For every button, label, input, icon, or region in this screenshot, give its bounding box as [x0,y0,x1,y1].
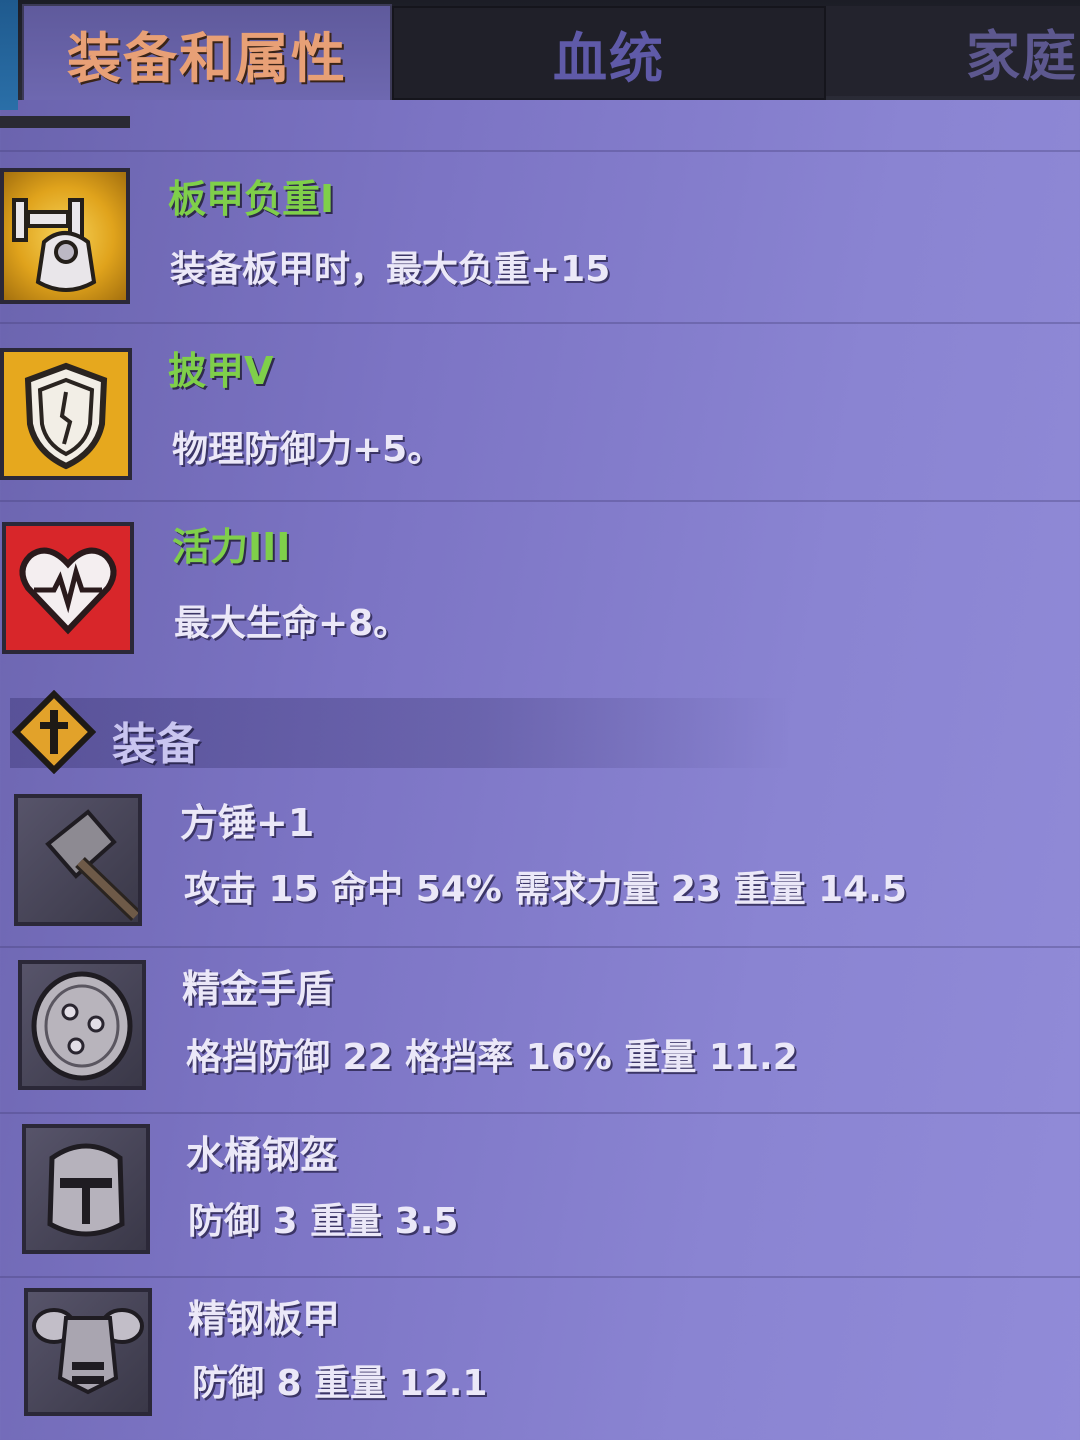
perk-description: 最大生命+8。 [174,603,410,644]
item-stats: 防御 3 重量 3.5 [188,1201,459,1242]
round-shield-icon[interactable] [18,960,146,1090]
divider [0,1276,1080,1278]
divider [0,116,130,128]
cross-diamond-icon [11,689,97,775]
window-edge [0,0,18,110]
perk-name: 活力III [172,525,291,569]
divider [0,322,1080,324]
divider [0,946,1080,948]
plate-armor-weight-icon[interactable] [0,168,130,304]
perk-name: 披甲V [168,349,274,393]
perk-description: 物理防御力+5。 [172,429,444,470]
item-name: 方锤+1 [180,801,315,845]
tab-bar: 装备和属性 血统 家庭 [0,0,1080,110]
divider [0,500,1080,502]
tab-family[interactable]: 家庭 [826,6,1080,96]
item-stats: 防御 8 重量 12.1 [192,1363,488,1404]
tab-bloodline[interactable]: 血统 [392,6,826,100]
item-name: 精金手盾 [182,967,335,1011]
shield-icon[interactable] [0,348,132,480]
section-title: 装备 [112,719,200,770]
bucket-helmet-icon[interactable] [22,1124,150,1254]
item-stats: 攻击 15 命中 54% 需求力量 23 重量 14.5 [184,869,907,910]
item-name: 精钢板甲 [188,1297,341,1341]
hammer-icon[interactable] [14,794,142,926]
heart-pulse-icon[interactable] [2,522,134,654]
divider [0,150,1080,152]
divider [0,1112,1080,1114]
item-name: 水桶钢盔 [186,1133,339,1177]
perk-description: 装备板甲时，最大负重+15 [170,249,611,290]
tab-equipment-attributes[interactable]: 装备和属性 [22,4,392,100]
steel-plate-armor-icon[interactable] [24,1288,152,1416]
item-stats: 格挡防御 22 格挡率 16% 重量 11.2 [186,1037,798,1078]
perk-name: 板甲负重I [168,177,335,221]
